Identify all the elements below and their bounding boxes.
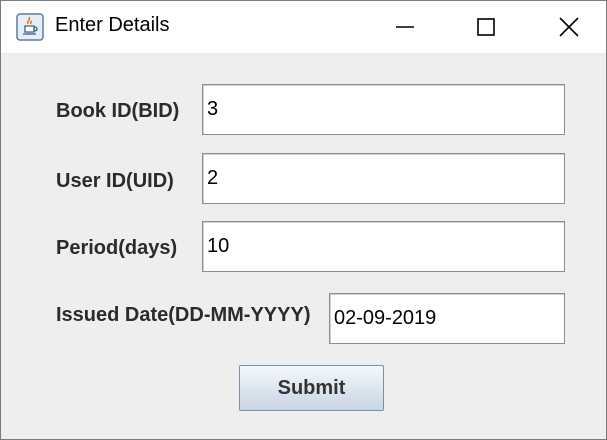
maximize-icon (477, 18, 495, 36)
period-field[interactable] (202, 221, 565, 272)
period-label: Period(days) (56, 237, 178, 259)
user-id-field[interactable] (202, 153, 565, 204)
book-id-label: Book ID(BID) (56, 100, 180, 122)
submit-button[interactable]: Submit (239, 365, 384, 411)
close-button[interactable] (539, 1, 599, 53)
maximize-button[interactable] (456, 1, 516, 53)
issued-date-field[interactable] (329, 293, 565, 344)
window-title: Enter Details (55, 14, 170, 36)
minimize-icon (396, 26, 414, 28)
java-coffee-cup-icon (16, 13, 44, 41)
book-id-field[interactable] (202, 84, 565, 135)
title-bar[interactable]: Enter Details (1, 1, 606, 53)
enter-details-window: Enter Details Book ID(BID) User ID(UID) … (0, 0, 607, 440)
issued-date-label: Issued Date(DD-MM-YYYY) (56, 304, 311, 326)
close-icon (559, 17, 579, 37)
user-id-label: User ID(UID) (56, 170, 174, 192)
minimize-button[interactable] (375, 1, 435, 53)
